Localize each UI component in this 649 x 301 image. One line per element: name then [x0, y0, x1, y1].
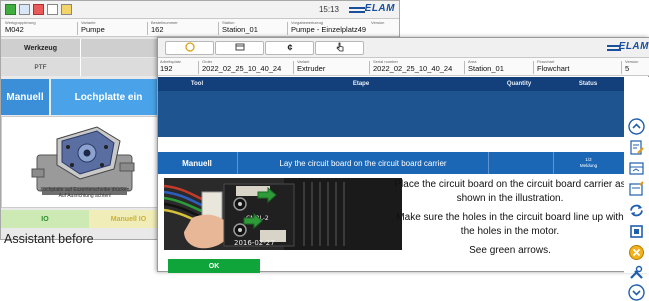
clock: 15:13: [318, 5, 339, 14]
field-label: Version: [371, 20, 385, 25]
field-value: 192: [160, 64, 173, 73]
window-icon: [235, 43, 244, 51]
field-value: Pumpe - Einzelplatz49: [291, 25, 367, 34]
field-value: 2022_02_25_10_40_24: [373, 64, 453, 73]
field-value: Flowchart: [537, 64, 570, 73]
note-icon[interactable]: [628, 181, 645, 198]
field-value: Extruder: [297, 64, 326, 73]
step-status-cell: 1/2 Meldung: [553, 152, 624, 174]
instruction-paragraph: Make sure the holes in the circuit board…: [396, 212, 624, 237]
step-status: Meldung: [579, 163, 598, 168]
user-icon[interactable]: [61, 4, 72, 15]
column-header-tool: Tool: [190, 81, 204, 87]
old-step-caption: Lochplatte auf Exzenterscheibe drücken A…: [3, 187, 167, 199]
instruction-paragraph: Place the circuit board on the circuit b…: [394, 179, 626, 204]
step-instructions: Place the circuit board on the circuit b…: [394, 178, 626, 256]
expand-icon[interactable]: [628, 223, 645, 240]
edit-document-icon[interactable]: [628, 139, 645, 156]
column-header-quantity: Quantity: [506, 81, 532, 87]
ok-button[interactable]: OK: [168, 259, 260, 273]
manuell-io-button[interactable]: Manuell IO: [90, 210, 167, 228]
elam-logo: ELAM: [607, 41, 649, 55]
refresh-icon[interactable]: [628, 202, 645, 219]
old-header-fields: Werkgruppierung M042 Variante Pumpe Best…: [1, 19, 399, 37]
io-button[interactable]: IO: [1, 210, 89, 228]
step-tool-cell: Manuell: [182, 158, 212, 168]
currency-button[interactable]: ¢: [265, 41, 314, 55]
board-date: 2016-02-27: [234, 239, 275, 247]
field-value: 2022_02_25_10_40_24: [202, 64, 282, 73]
field-value: Station_01: [468, 64, 504, 73]
chevron-down-icon[interactable]: [628, 284, 645, 301]
step-title-cell: Lay the circuit board on the circuit boa…: [237, 152, 489, 174]
window-button[interactable]: [215, 41, 264, 55]
step-illustration: CMBL-2 2016-02-27: [164, 178, 402, 250]
column-header-werkzeug: Werkzeug: [1, 39, 81, 57]
field-value: 5: [625, 64, 630, 73]
pointer-button[interactable]: [315, 41, 364, 55]
currency-icon: ¢: [287, 43, 292, 53]
step-quantity-cell: [487, 152, 554, 174]
new-toolbar: ¢ ELAM: [158, 38, 649, 58]
chevron-up-icon[interactable]: [628, 118, 645, 135]
assistant-window: ¢ ELAM Arbeitsplatz 192 Order 2022_02_25…: [157, 37, 649, 301]
elam-logo: ELAM: [349, 3, 395, 17]
instruction-paragraph: See green arrows.: [469, 245, 551, 256]
old-toolbar: 15:13 ELAM: [1, 1, 399, 19]
old-bottom-bar: IO Manuell IO: [1, 210, 167, 228]
window-icon[interactable]: [19, 4, 30, 15]
field-value: Station_01: [222, 25, 258, 34]
new-header-fields: Arbeitsplatz 192 Order 2022_02_25_10_40_…: [158, 58, 649, 76]
start-icon[interactable]: [5, 4, 16, 15]
action-sidebar: [624, 77, 649, 301]
column-header-etape: Etape: [352, 81, 370, 87]
assistant-before-caption: Assistant before: [4, 232, 94, 246]
current-step-row[interactable]: Manuell Lay the circuit board on the cir…: [158, 152, 624, 174]
old-step-banner: Lochplatte ein: [51, 79, 166, 115]
search-icon[interactable]: [47, 4, 58, 15]
record-button[interactable]: [165, 41, 214, 55]
svg-text:¢: ¢: [287, 43, 292, 53]
caption-line: Auf Ausrichtung achten!: [58, 193, 112, 199]
circuit-board-photo: CMBL-2 2016-02-27: [164, 178, 402, 250]
stop-icon[interactable]: [33, 4, 44, 15]
step-table: Tool Etape Quantity Status: [158, 77, 624, 137]
column-header-status: Status: [578, 81, 598, 87]
cancel-icon[interactable]: [628, 244, 645, 261]
record-icon: [184, 42, 195, 52]
tools-icon[interactable]: [628, 264, 645, 281]
row-tool: PTF: [1, 58, 81, 76]
compare-icon[interactable]: [628, 160, 645, 177]
field-value: M042: [5, 25, 24, 34]
hand-pointer-icon: [336, 42, 343, 52]
field-value: 162: [151, 25, 164, 34]
field-value: Pumpe: [81, 25, 105, 34]
old-manuell-cell: Manuell: [1, 79, 49, 115]
